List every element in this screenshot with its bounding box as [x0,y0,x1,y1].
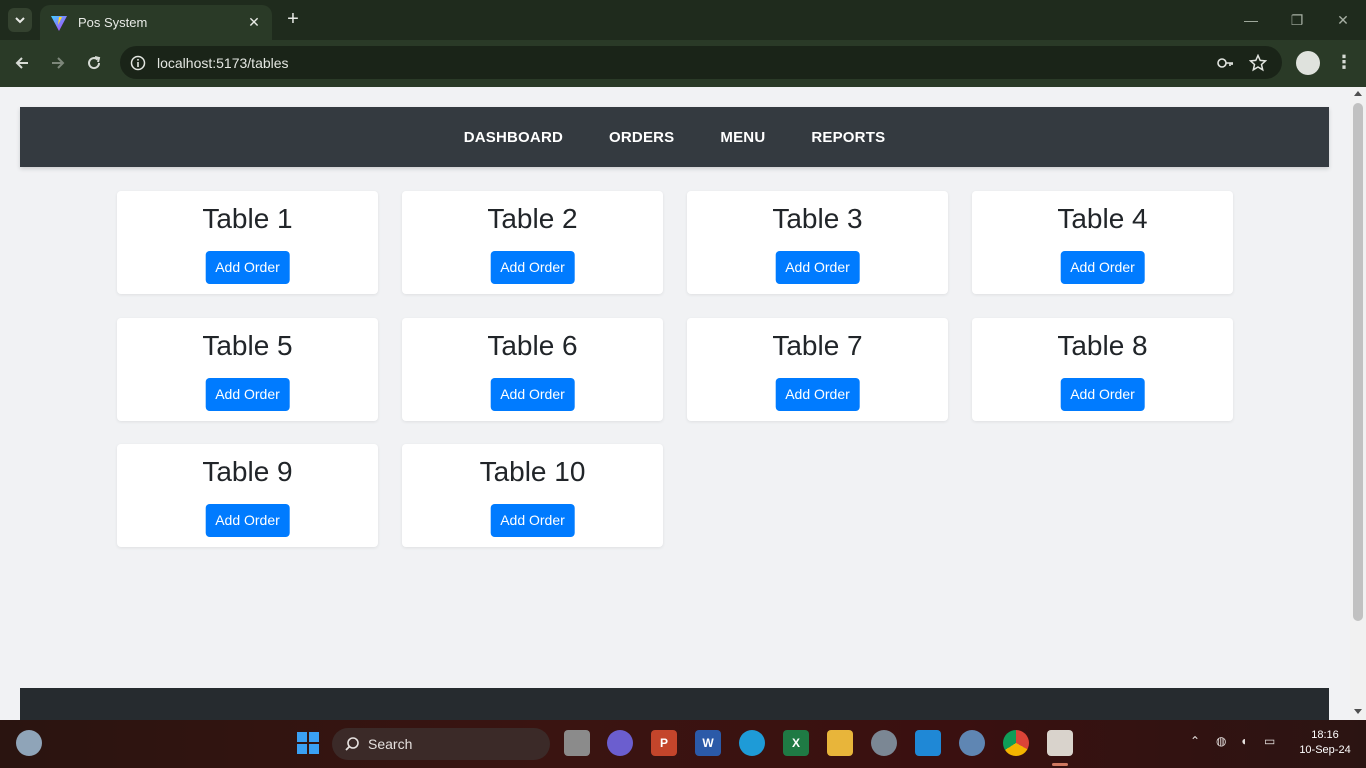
page-footer [20,688,1329,720]
table-name: Table 8 [1057,330,1148,361]
nav-dashboard[interactable]: DASHBOARD [464,129,563,146]
task-view-icon[interactable] [564,730,590,756]
search-label: Search [368,736,413,752]
clock-date: 10-Sep-24 [1299,744,1351,756]
nav-reports[interactable]: REPORTS [811,129,885,146]
site-info-icon[interactable] [130,55,146,71]
table-name: Table 6 [487,330,578,361]
browser-menu-button[interactable]: ⋮ [1334,51,1354,75]
page-viewport: DASHBOARD ORDERS MENU REPORTS Table 1 Ad… [0,87,1350,720]
active-app-indicator [1052,763,1068,766]
table-card: Table 3 Add Order [687,191,948,294]
table-card: Table 1 Add Order [117,191,378,294]
settings-gear-icon[interactable] [871,730,897,756]
system-clock[interactable]: 18:16 10-Sep-24 [1290,728,1360,758]
new-tab-button[interactable]: + [281,8,305,32]
table-card: Table 4 Add Order [972,191,1233,294]
table-card: Table 10 Add Order [402,444,663,547]
add-order-button[interactable]: Add Order [490,378,575,411]
browser-tab[interactable]: Pos System ✕ [40,5,272,40]
windows-taskbar: Search P W X ⌃ ◍ ◖ ▭ 18:16 10-Sep-24 [0,720,1366,768]
volume-icon[interactable]: ◖ [1240,734,1247,748]
table-name: Table 1 [202,203,293,234]
browser-toolbar: localhost:5173/tables ⋮ [0,40,1366,87]
windows-start-icon[interactable] [295,730,321,756]
arrow-left-icon [15,57,28,69]
table-name: Table 3 [772,203,863,234]
arrow-right-icon [52,57,65,69]
table-name: Table 4 [1057,203,1148,234]
reload-icon [88,56,101,70]
tab-title: Pos System [78,15,148,30]
scrollbar-thumb[interactable] [1353,103,1363,621]
table-card: Table 7 Add Order [687,318,948,421]
main-navbar: DASHBOARD ORDERS MENU REPORTS [20,107,1329,167]
profile-avatar[interactable] [1296,51,1320,75]
file-explorer-icon[interactable] [827,730,853,756]
taskbar-search[interactable]: Search [332,728,550,760]
excel-icon[interactable]: X [783,730,809,756]
table-name: Table 7 [772,330,863,361]
browser-tab-strip: Pos System ✕ + — ❐ ✕ [0,0,1366,40]
back-button[interactable] [10,51,34,75]
nav-orders[interactable]: ORDERS [609,129,674,146]
add-order-button[interactable]: Add Order [1060,251,1145,284]
bookmark-star-icon[interactable] [1249,54,1267,72]
url-text[interactable]: localhost:5173/tables [157,55,1282,71]
add-order-button[interactable]: Add Order [775,378,860,411]
restore-button[interactable]: ❐ [1282,8,1312,32]
close-window-button[interactable]: ✕ [1328,8,1358,32]
vscode-icon[interactable] [915,730,941,756]
battery-icon[interactable]: ▭ [1264,734,1275,748]
address-bar[interactable]: localhost:5173/tables [120,46,1282,79]
network-globe-icon[interactable]: ◍ [1216,734,1226,748]
table-name: Table 2 [487,203,578,234]
tab-close-icon[interactable]: ✕ [246,14,262,31]
weather-icon[interactable] [16,730,42,756]
key-icon[interactable] [1216,54,1234,72]
chevron-down-icon [15,17,25,24]
add-order-button[interactable]: Add Order [1060,378,1145,411]
chevron-up-icon[interactable]: ⌃ [1190,734,1200,748]
nav-menu[interactable]: MENU [720,129,765,146]
table-card: Table 9 Add Order [117,444,378,547]
forward-button[interactable] [46,51,70,75]
minimize-button[interactable]: — [1236,8,1266,32]
table-card: Table 8 Add Order [972,318,1233,421]
table-name: Table 5 [202,330,293,361]
table-name: Table 9 [202,456,293,487]
tab-search-button[interactable] [8,8,32,32]
table-card: Table 2 Add Order [402,191,663,294]
chrome-icon[interactable] [1003,730,1029,756]
add-order-button[interactable]: Add Order [205,251,290,284]
teams-icon[interactable] [607,730,633,756]
add-order-button[interactable]: Add Order [490,504,575,537]
postgresql-icon[interactable] [959,730,985,756]
scroll-down-arrow-icon[interactable] [1354,709,1362,714]
add-order-button[interactable]: Add Order [775,251,860,284]
powerpoint-icon[interactable]: P [651,730,677,756]
vite-logo-icon [51,15,67,31]
edge-icon[interactable] [739,730,765,756]
scroll-up-arrow-icon[interactable] [1354,91,1362,96]
word-icon[interactable]: W [695,730,721,756]
add-order-button[interactable]: Add Order [205,504,290,537]
clock-time: 18:16 [1311,729,1339,741]
table-card: Table 5 Add Order [117,318,378,421]
table-name: Table 10 [479,456,586,487]
add-order-button[interactable]: Add Order [490,251,575,284]
snipping-tool-icon[interactable] [1047,730,1073,756]
table-card: Table 6 Add Order [402,318,663,421]
add-order-button[interactable]: Add Order [205,378,290,411]
search-icon [345,737,359,751]
page-scrollbar[interactable] [1350,87,1366,720]
reload-button[interactable] [82,51,106,75]
